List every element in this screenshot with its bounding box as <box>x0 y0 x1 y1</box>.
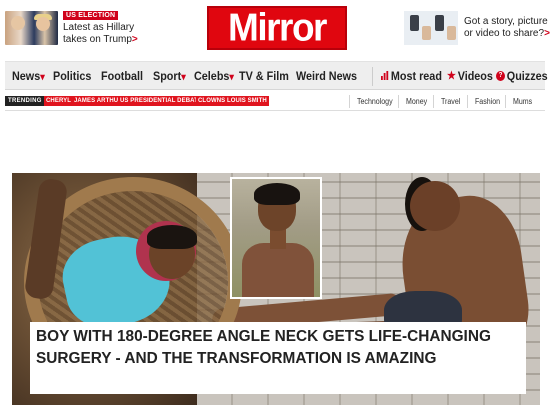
nav-label: News <box>12 69 41 83</box>
promo-thumbnail[interactable] <box>5 11 58 45</box>
nav-label: Politics <box>53 69 92 83</box>
share-story-text[interactable]: Got a story, picture or video to share? <box>464 16 548 39</box>
nav-label: TV & Film <box>239 69 289 83</box>
subnav-fashion[interactable]: Fashion <box>475 97 500 106</box>
nav-label: Football <box>101 69 144 83</box>
main-nav: News▾ Politics Football Sport▾ Celebs▾ T… <box>5 61 548 90</box>
nav-item-politics[interactable]: Politics <box>53 69 91 83</box>
nav-item-most-read[interactable]: Most read <box>381 69 442 83</box>
mirror-logo[interactable]: Mirror <box>207 6 347 50</box>
subnav-divider <box>398 95 399 108</box>
trending-tag[interactable]: JAMES ARTHUR <box>72 96 125 106</box>
subnav-money[interactable]: Money <box>406 97 427 106</box>
question-icon: ? <box>496 70 505 81</box>
subnav-divider <box>467 95 468 108</box>
trending-tag[interactable]: CHERYL <box>44 96 74 106</box>
nav-item-tv-film[interactable]: TV & Film <box>239 69 289 83</box>
bar-chart-icon <box>381 71 389 81</box>
nav-item-celebs[interactable]: Celebs▾ <box>194 69 234 83</box>
nav-label: Weird News <box>296 69 358 83</box>
chevron-down-icon: ▾ <box>40 72 45 83</box>
nav-item-news[interactable]: News▾ <box>12 69 45 83</box>
chevron-down-icon: ▾ <box>181 72 186 83</box>
chevron-down-icon: ▾ <box>229 72 234 83</box>
subnav-divider <box>349 95 350 108</box>
hero-headline[interactable]: BOY WITH 180-DEGREE ANGLE NECK GETS LIFE… <box>36 326 506 370</box>
nav-item-football[interactable]: Football <box>101 69 143 83</box>
star-icon: ★ <box>447 70 456 83</box>
nav-label: Videos <box>457 69 493 83</box>
subnav-divider <box>433 95 434 108</box>
hero-inset-photo <box>230 177 322 299</box>
trending-tag[interactable]: US PRESIDENTIAL DEBATE <box>118 96 204 106</box>
promo-text[interactable]: Latest as Hillary takes on Trump <box>63 22 134 45</box>
promo-badge: US ELECTION <box>63 11 119 20</box>
nav-item-sport[interactable]: Sport▾ <box>153 69 186 83</box>
nav-label: Most read <box>390 69 442 83</box>
nav-label: Quizzes <box>506 69 548 83</box>
nav-item-videos[interactable]: ★ Videos <box>447 69 493 83</box>
chevron-right-icon: > <box>131 34 138 45</box>
trending-tag[interactable]: LOUIS SMITH <box>225 96 269 106</box>
trending-tag[interactable]: CLOWNS <box>196 96 228 106</box>
chevron-right-icon: > <box>544 28 550 39</box>
nav-label: Sport <box>153 69 182 83</box>
nav-item-quizzes[interactable]: ? Quizzes <box>496 69 548 83</box>
top-bar: US ELECTION Latest as Hillary takes on T… <box>0 0 550 58</box>
trending-bar: TRENDING CHERYL JAMES ARTHUR US PRESIDEN… <box>5 93 545 111</box>
subnav-technology[interactable]: Technology <box>357 97 393 106</box>
trending-label: TRENDING <box>5 96 51 106</box>
nav-label: Celebs <box>194 69 230 83</box>
nav-divider <box>372 67 373 86</box>
share-story-link[interactable]: Got a story, picture or video to share?> <box>464 16 550 40</box>
subnav-travel[interactable]: Travel <box>441 97 460 106</box>
promo-link[interactable]: Latest as Hillary takes on Trump> <box>63 22 159 46</box>
subnav-mums[interactable]: Mums <box>513 97 532 106</box>
logo-text: Mirror <box>228 5 327 49</box>
nav-item-weird-news[interactable]: Weird News <box>296 69 357 83</box>
subnav-divider <box>505 95 506 108</box>
share-story-thumbnail[interactable] <box>404 11 458 45</box>
